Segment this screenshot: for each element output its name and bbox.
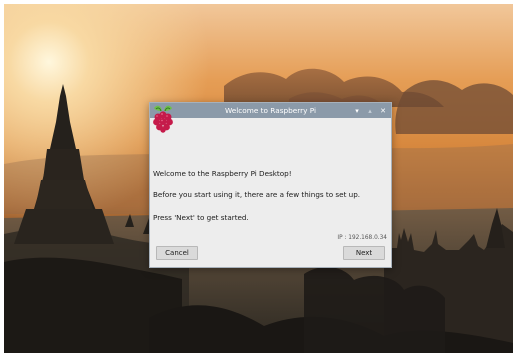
desktop-wallpaper: Welcome to Raspberry Pi ▾ ▴ ✕ Welcome to…	[4, 4, 513, 353]
minimize-icon[interactable]: ▾	[353, 107, 361, 115]
maximize-icon[interactable]: ▴	[366, 107, 374, 115]
dialog-titlebar[interactable]: Welcome to Raspberry Pi ▾ ▴ ✕	[150, 103, 391, 118]
close-icon[interactable]: ✕	[379, 107, 387, 115]
raspberry-pi-logo-icon	[153, 105, 173, 133]
welcome-dialog: Welcome to Raspberry Pi ▾ ▴ ✕ Welcome to…	[149, 102, 392, 268]
ip-address: IP : 192.168.0.34	[337, 235, 387, 241]
cancel-button[interactable]: Cancel	[156, 246, 198, 260]
setup-intro: Before you start using it, there are a f…	[153, 190, 361, 199]
window-controls: ▾ ▴ ✕	[353, 104, 387, 117]
next-button[interactable]: Next	[343, 246, 385, 260]
welcome-message: Welcome to the Raspberry Pi Desktop!	[153, 169, 292, 178]
next-instruction: Press 'Next' to get started.	[153, 213, 249, 222]
